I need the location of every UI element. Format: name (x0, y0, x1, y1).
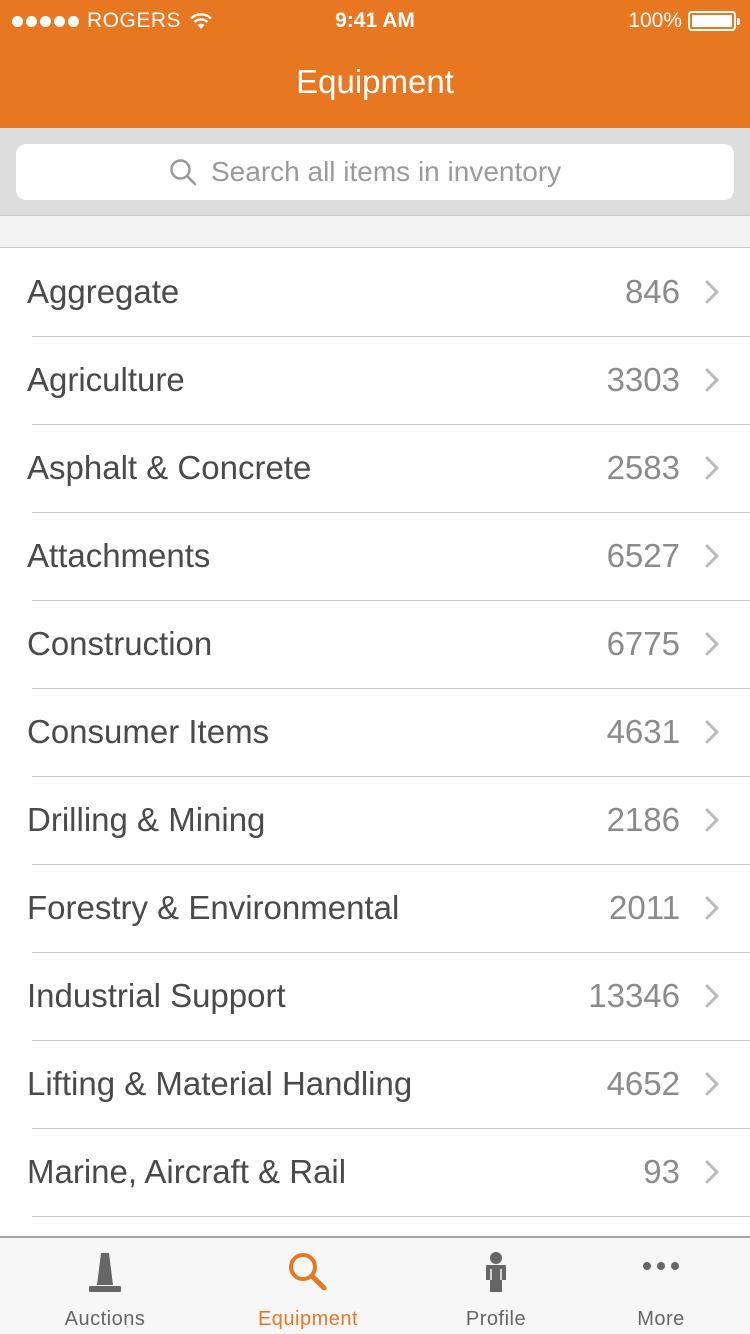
battery-icon (688, 11, 740, 31)
category-row[interactable]: Aggregate 846 (0, 249, 750, 337)
tab-label: Auctions (64, 1308, 146, 1330)
category-label: Consumer Items (27, 713, 270, 750)
category-row[interactable]: Construction 6775 (0, 601, 750, 689)
status-right: 100% (628, 9, 740, 33)
person-icon (486, 1252, 506, 1292)
category-count: 4652 (606, 1065, 680, 1102)
row-divider (32, 1216, 750, 1217)
category-count: 6527 (606, 537, 680, 574)
category-count: 2186 (606, 801, 680, 838)
list-header-spacer (0, 216, 750, 248)
category-label: Construction (27, 625, 213, 662)
category-count: 2583 (606, 449, 680, 486)
chevron-right-icon (705, 1072, 719, 1096)
tab-bar: Auctions Equipment Profile More (0, 1236, 750, 1334)
category-row[interactable]: Consumer Items 4631 (0, 689, 750, 777)
search-field[interactable] (16, 144, 734, 200)
chevron-right-icon (705, 632, 719, 656)
category-count: 3303 (606, 361, 680, 398)
chevron-right-icon (705, 1160, 719, 1184)
category-label: Forestry & Environmental (27, 889, 400, 926)
category-label: Lifting & Material Handling (27, 1065, 413, 1102)
tab-label: Profile (465, 1308, 527, 1330)
category-count: 4631 (606, 713, 680, 750)
tab-auctions[interactable]: Auctions (11, 1238, 199, 1334)
category-count: 13346 (588, 977, 680, 1014)
category-label: Industrial Support (27, 977, 286, 1014)
chevron-right-icon (705, 544, 719, 568)
auction-cone-icon (89, 1253, 121, 1292)
category-list[interactable]: Aggregate 846 Agriculture 3303 Asphalt & Con… (0, 249, 750, 1236)
search-bar (0, 128, 750, 216)
status-bar: ROGERS 9:41 AM 100% (0, 0, 750, 40)
chevron-right-icon (705, 368, 719, 392)
category-row[interactable]: Asphalt & Concrete 2583 (0, 425, 750, 513)
search-input[interactable] (211, 156, 581, 188)
category-row[interactable]: Forestry & Environmental 2011 (0, 865, 750, 953)
category-count: 6775 (606, 625, 680, 662)
category-row[interactable]: Lifting & Material Handling 4652 (0, 1041, 750, 1129)
tab-more[interactable]: More (567, 1238, 750, 1334)
category-count: 846 (624, 273, 680, 310)
search-icon (289, 1253, 327, 1291)
category-row[interactable]: Marine, Aircraft & Rail 93 (0, 1129, 750, 1217)
category-row[interactable]: Industrial Support 13346 (0, 953, 750, 1041)
chevron-right-icon (705, 280, 719, 304)
chevron-right-icon (705, 984, 719, 1008)
more-dots-icon (643, 1262, 679, 1270)
category-label: Aggregate (27, 273, 180, 310)
category-row[interactable]: Drilling & Mining 2186 (0, 777, 750, 865)
category-row[interactable]: Attachments 6527 (0, 513, 750, 601)
category-label: Marine, Aircraft & Rail (27, 1153, 347, 1190)
nav-bar: ROGERS 9:41 AM 100% Equipment (0, 0, 750, 128)
battery-percentage: 100% (628, 9, 682, 32)
chevron-right-icon (705, 808, 719, 832)
category-count: 93 (643, 1153, 680, 1190)
search-icon (170, 159, 197, 186)
tab-profile[interactable]: Profile (402, 1238, 590, 1334)
tab-equipment[interactable]: Equipment (214, 1238, 402, 1334)
tab-label: Equipment (257, 1308, 359, 1330)
category-label: Agriculture (27, 361, 185, 398)
chevron-right-icon (705, 720, 719, 744)
category-count: 2011 (609, 889, 680, 926)
category-label: Drilling & Mining (27, 801, 266, 838)
category-label: Asphalt & Concrete (27, 449, 312, 486)
category-label: Attachments (27, 537, 211, 574)
chevron-right-icon (705, 896, 719, 920)
chevron-right-icon (705, 456, 719, 480)
tab-label: More (637, 1308, 685, 1330)
page-title: Equipment (296, 63, 454, 100)
category-row[interactable]: Agriculture 3303 (0, 337, 750, 425)
